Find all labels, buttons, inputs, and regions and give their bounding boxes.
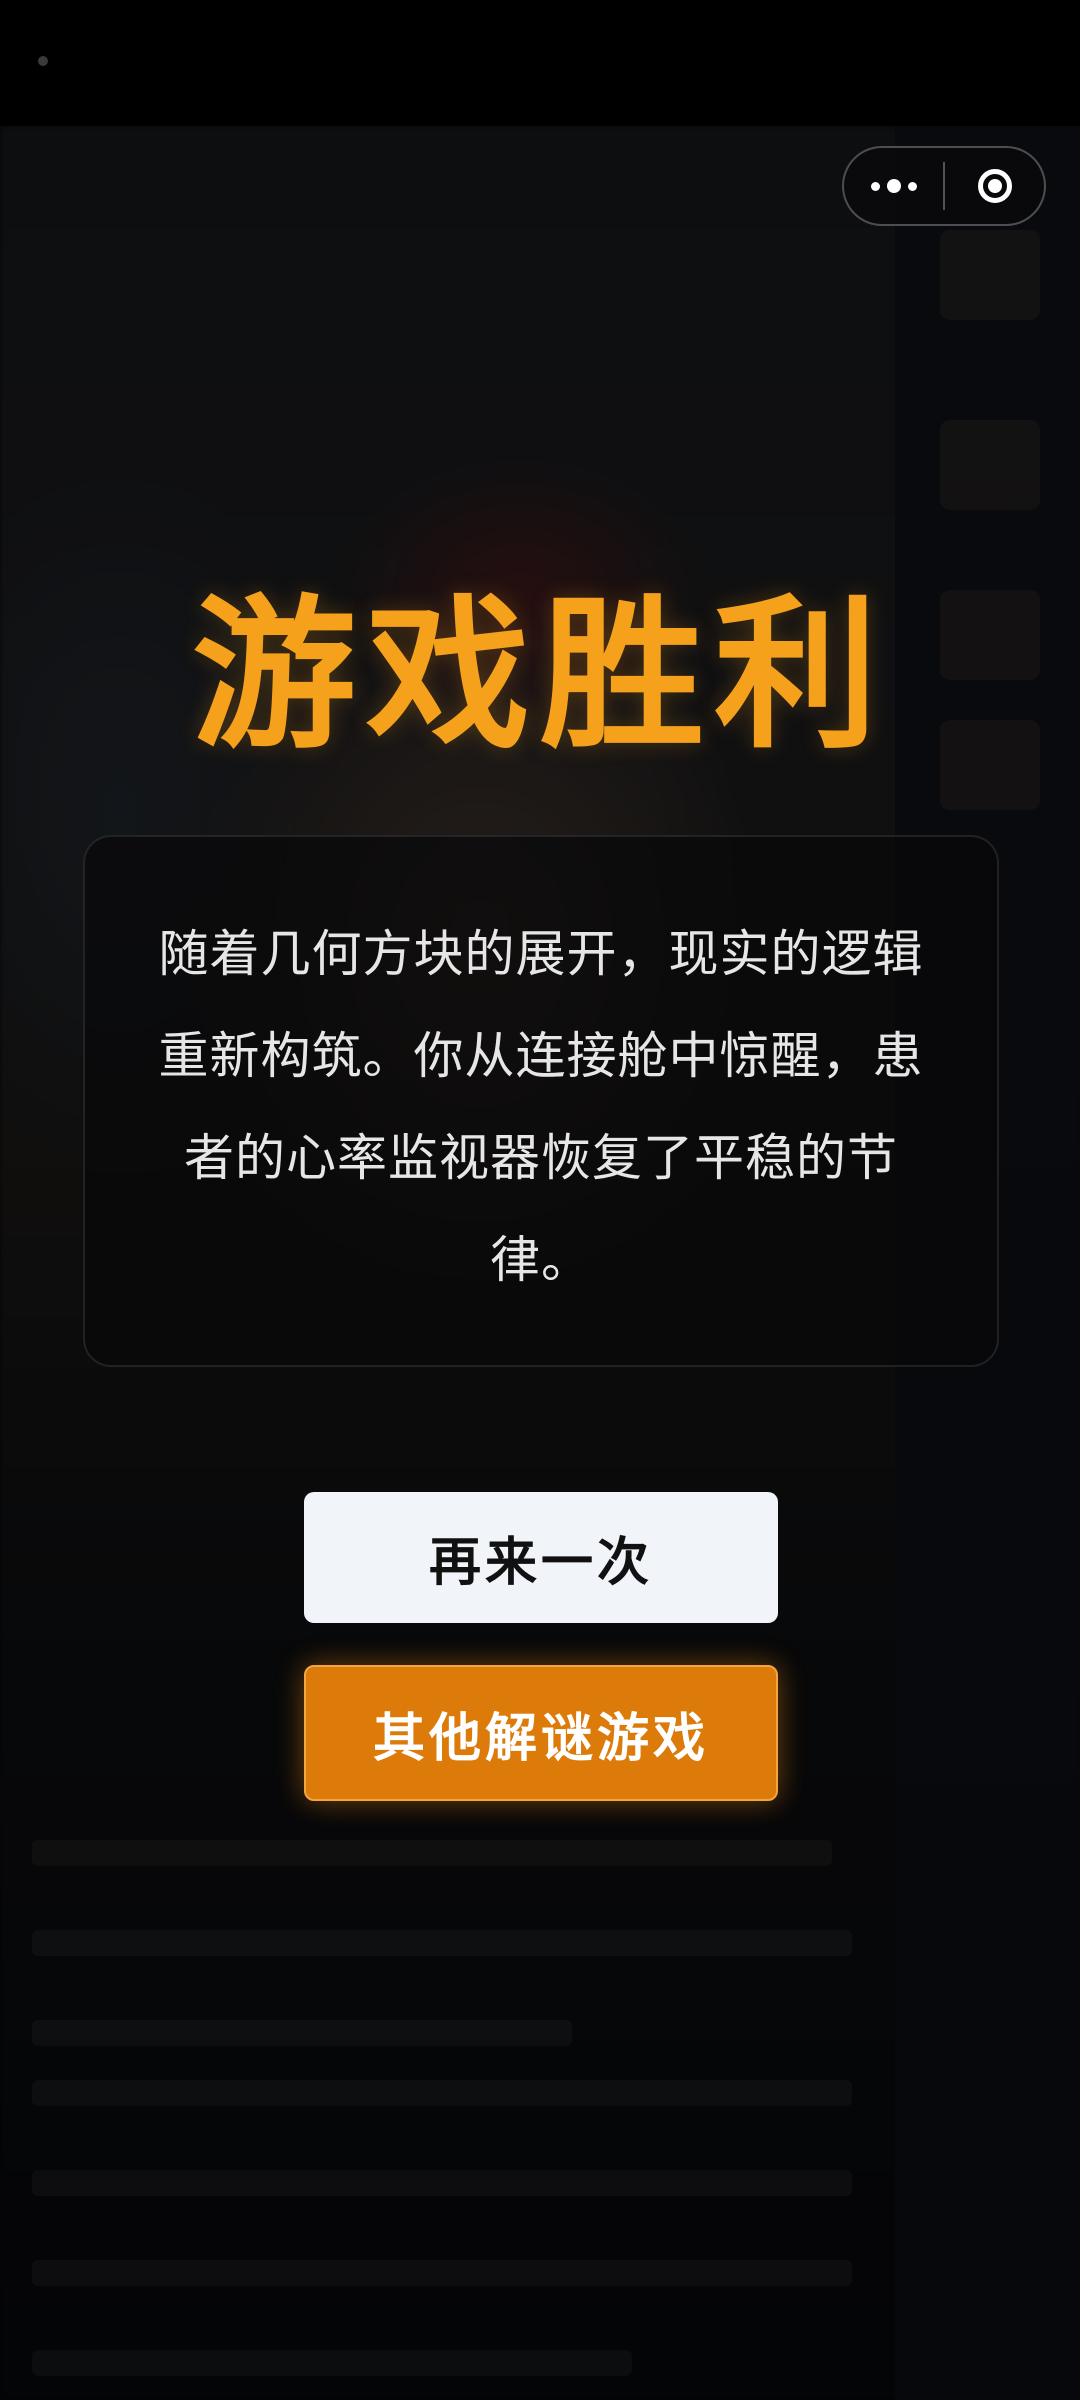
mini-program-capsule (842, 146, 1046, 226)
story-card: 随着几何方块的展开，现实的逻辑重新构筑。你从连接舱中惊醒，患者的心率监视器恢复了… (83, 835, 999, 1367)
close-button[interactable] (945, 148, 1044, 224)
mini-program-close-icon (977, 169, 1012, 203)
retry-button[interactable]: 再来一次 (304, 1492, 778, 1623)
other-puzzle-games-button[interactable]: 其他解谜游戏 (304, 1665, 778, 1801)
more-dots-icon (870, 179, 917, 193)
victory-title: 游戏胜利 (191, 578, 888, 771)
status-indicator-dot (38, 56, 48, 66)
story-text: 随着几何方块的展开，现实的逻辑重新构筑。你从连接舱中惊醒，患者的心率监视器恢复了… (158, 925, 924, 1289)
status-bar (0, 0, 1080, 126)
victory-screen: 游戏胜利 随着几何方块的展开，现实的逻辑重新构筑。你从连接舱中惊醒，患者的心率监… (0, 0, 1080, 2400)
more-button[interactable] (844, 148, 943, 224)
